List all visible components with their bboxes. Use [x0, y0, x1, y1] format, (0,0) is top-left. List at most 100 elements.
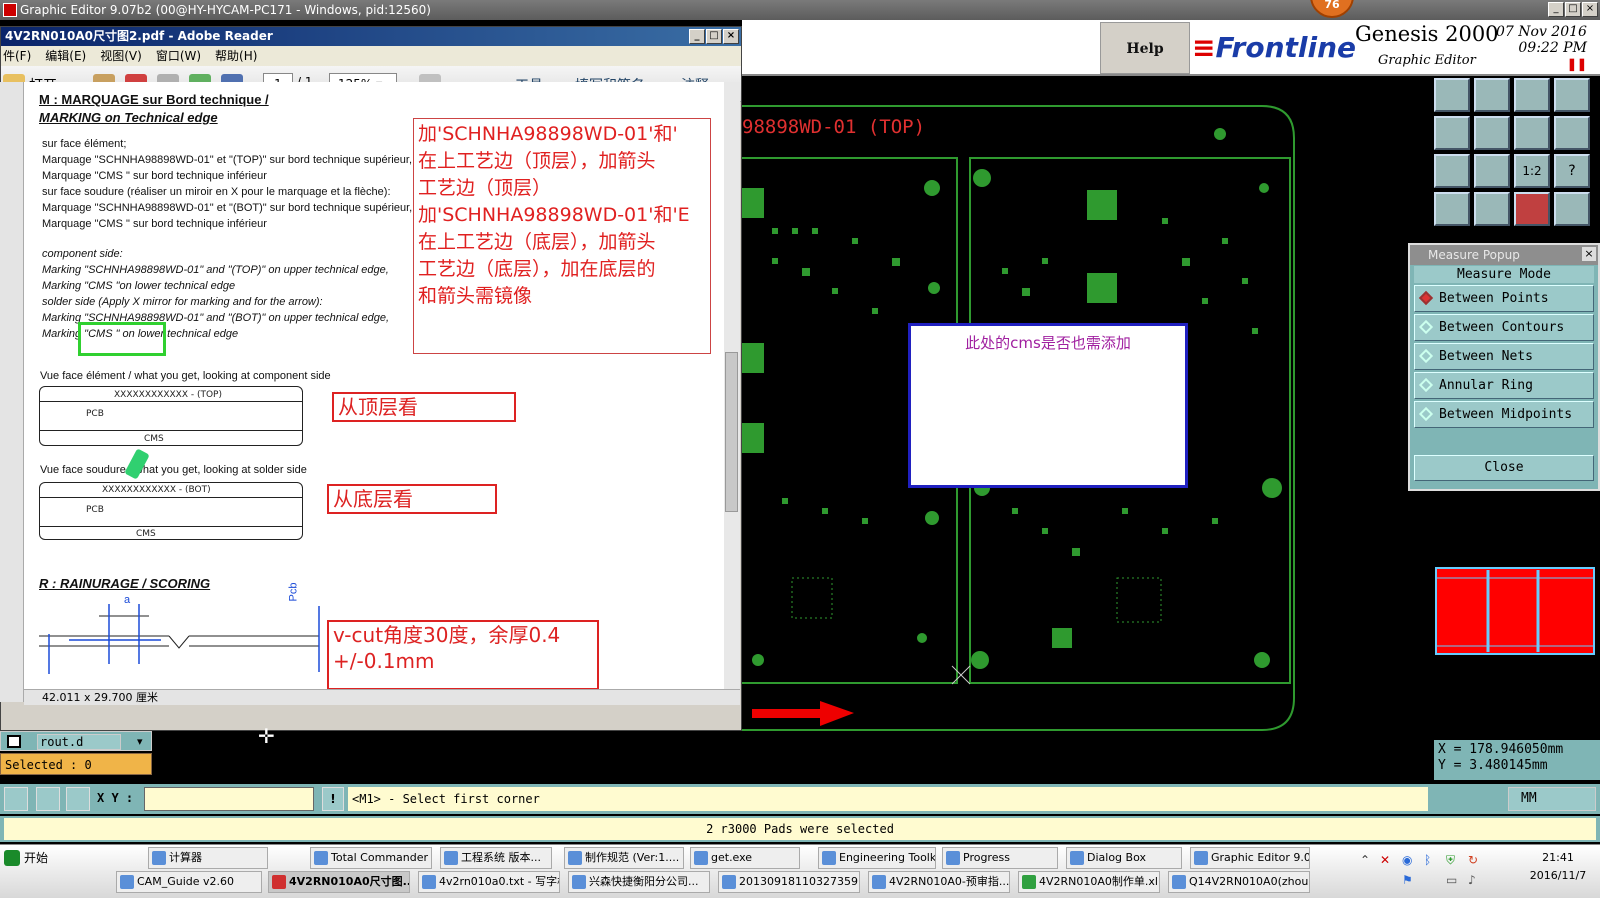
layer-name: rout.d [37, 734, 121, 750]
close-button[interactable]: × [1582, 2, 1598, 17]
taskbar-clock[interactable]: 21:41 2016/11/7 [1518, 849, 1598, 885]
pdf-vertical-scrollbar[interactable] [722, 82, 740, 690]
tray-network-icon[interactable]: ◉ [1402, 853, 1412, 867]
coord-x: X = 178.946050mm [1438, 742, 1564, 757]
grid-icon[interactable] [66, 787, 90, 811]
layer-selector[interactable]: rout.d ▾ [0, 731, 152, 751]
measure-close-icon[interactable]: × [1582, 247, 1596, 261]
maximize-button[interactable]: □ [1565, 2, 1581, 17]
help-query-button[interactable]: ? [1554, 154, 1590, 188]
doc-heading-scoring: R : RAINURAGE / SCORING [39, 576, 211, 591]
alert-icon[interactable]: ! [322, 787, 344, 811]
taskbar-item[interactable]: 20130918110327359.r... [718, 871, 860, 893]
layer-checkbox[interactable] [7, 735, 21, 748]
from-top-label: 从顶层看 [332, 392, 516, 422]
tool-button-3[interactable] [1514, 78, 1550, 112]
shield-icon[interactable]: ⛨ [1446, 853, 1455, 868]
layer-dropdown-icon[interactable]: ▾ [137, 735, 143, 748]
selected-count: Selected : 0 [0, 753, 152, 775]
option-between-nets[interactable]: Between Nets [1414, 343, 1594, 370]
refresh-icon[interactable]: ↻ [1468, 853, 1478, 867]
taskbar-item[interactable]: Progress [942, 847, 1058, 869]
mini-map[interactable] [1434, 564, 1600, 660]
menu-window[interactable]: 窗口(W) [156, 46, 201, 66]
clock-date: 2016/11/7 [1529, 869, 1587, 882]
start-button[interactable]: 开始 [2, 847, 54, 869]
taskbar-item-active[interactable]: 4V2RN010A0尺寸图... [268, 871, 410, 893]
tool-button-1[interactable] [1434, 78, 1470, 112]
tool-button-7[interactable] [1514, 116, 1550, 150]
volume-icon[interactable]: ♪ [1468, 873, 1476, 887]
taskbar-item[interactable]: 制作规范 (Ver:1.... [564, 847, 684, 869]
pause-icon: ❚❚ [1566, 57, 1587, 71]
pdf-window-title-text: 4V2RN010A0尺寸图2.pdf - Adobe Reader [5, 29, 273, 43]
minimize-button[interactable]: _ [1548, 2, 1564, 17]
bluetooth-icon[interactable]: ᛒ [1424, 853, 1431, 867]
taskbar-item[interactable]: 4V2RN010A0-预审指... [868, 871, 1010, 893]
taskbar-item[interactable]: Total Commander ... [310, 847, 432, 869]
option-between-midpoints[interactable]: Between Midpoints [1414, 401, 1594, 428]
tool-button-13[interactable] [1434, 192, 1470, 226]
outer-window-title: Graphic Editor 9.07b2 (00@HY-HYCAM-PC171… [0, 0, 1600, 20]
chinese-callout: 加'SCHNHA98898WD-01'和' 在上工艺边（顶层），加箭头 工艺边（… [413, 118, 711, 354]
flag-icon[interactable]: ⚑ [1402, 873, 1413, 887]
taskbar-item[interactable]: Engineering Toolki... [818, 847, 936, 869]
tool-button-4[interactable] [1554, 78, 1590, 112]
snap-icon[interactable] [4, 787, 28, 811]
tool-button-15[interactable] [1514, 192, 1550, 226]
menu-edit[interactable]: 编辑(E) [45, 46, 86, 66]
angle-icon[interactable] [36, 787, 60, 811]
unit-selector[interactable]: MM [1508, 787, 1596, 811]
message-bar: 2 r3000 Pads were selected [0, 816, 1600, 842]
pdf-scroll-thumb[interactable] [725, 352, 738, 512]
scale-1-2-button[interactable]: 1:2 [1514, 154, 1550, 188]
help-button[interactable]: Help [1100, 22, 1190, 74]
taskbar-item[interactable]: 4v2rn010a0.txt - 写字板 [418, 871, 560, 893]
doc-en-line: Marking "SCHNHA98898WD-01" and "(TOP)" o… [42, 264, 389, 276]
xy-input[interactable] [144, 787, 314, 811]
monitor-icon[interactable]: ▭ [1446, 873, 1457, 887]
tool-button-2[interactable] [1474, 78, 1510, 112]
tool-button-14[interactable] [1474, 192, 1510, 226]
taskbar-item[interactable]: CAM_Guide v2.60 [116, 871, 262, 893]
header-time: 09:22 PM [1518, 40, 1587, 56]
tool-button-8[interactable] [1554, 116, 1590, 150]
doc-heading-marking-en: MARKING on Technical edge [39, 110, 218, 125]
tool-button-5[interactable] [1434, 116, 1470, 150]
tray-x-icon[interactable]: ✕ [1380, 853, 1390, 867]
taskbar-item[interactable]: 工程系统 版本... [440, 847, 552, 869]
pdf-close-button[interactable]: × [723, 29, 739, 44]
taskbar-item[interactable]: Q14V2RN010A0(zhoub... [1168, 871, 1310, 893]
pdf-window-controls: _ □ × [689, 29, 739, 44]
tool-button-16[interactable] [1554, 192, 1590, 226]
pdf-minimize-button[interactable]: _ [689, 29, 705, 44]
pdf-page[interactable]: M : MARQUAGE sur Bord technique / MARKIN… [24, 82, 724, 689]
header-date: 07 Nov 2016 [1496, 24, 1587, 40]
taskbar-item[interactable]: get.exe [690, 847, 800, 869]
tool-button-6[interactable] [1474, 116, 1510, 150]
taskbar-item[interactable]: 计算器 [148, 847, 268, 869]
option-between-contours[interactable]: Between Contours [1414, 314, 1594, 341]
taskbar-item[interactable]: Graphic Editor 9.0... [1190, 847, 1310, 869]
doc-en-line: Marking "CMS "on lower technical edge [42, 280, 236, 292]
pdf-maximize-button[interactable]: □ [706, 29, 722, 44]
zoom-fit-button[interactable] [1434, 154, 1470, 188]
annotation-note: 此处的cms是否也需添加 [908, 323, 1188, 488]
doc-fr-line: Marquage "SCHNHA98898WD-01" et "(BOT)" s… [42, 202, 413, 214]
view-top-caption: Vue face élément / what you get, looking… [40, 370, 331, 382]
system-tray[interactable]: ⌃ ✕ ◉ ᛒ ⛨ ↻ ⚑ ▭ ♪ [1360, 849, 1510, 895]
tray-expand-icon[interactable]: ⌃ [1360, 853, 1370, 867]
measure-close-button[interactable]: Close [1414, 455, 1594, 481]
option-annular-ring[interactable]: Annular Ring [1414, 372, 1594, 399]
taskbar-item[interactable]: 4V2RN010A0制作单.xl... [1018, 871, 1160, 893]
menu-view[interactable]: 视图(V) [100, 46, 142, 66]
taskbar-item[interactable]: Dialog Box [1066, 847, 1182, 869]
menu-help[interactable]: 帮助(H) [215, 46, 257, 66]
radio-icon [1418, 319, 1434, 335]
pdf-left-panel[interactable] [0, 82, 24, 702]
pan-button[interactable] [1474, 154, 1510, 188]
menu-file[interactable]: 件(F) [3, 46, 31, 66]
outer-window-title-text: Graphic Editor 9.07b2 (00@HY-HYCAM-PC171… [20, 3, 431, 17]
taskbar-item[interactable]: 兴森快捷衡阳分公司... [568, 871, 710, 893]
option-between-points[interactable]: Between Points [1414, 285, 1594, 312]
